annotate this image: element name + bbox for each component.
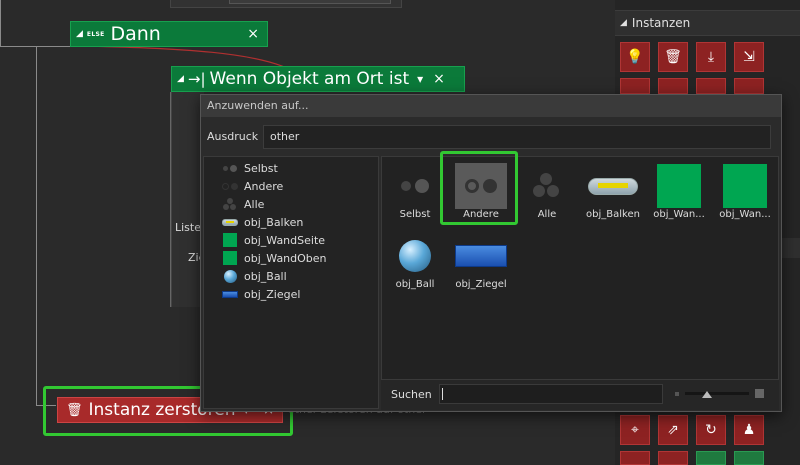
list-item[interactable]: Alle — [222, 195, 264, 213]
instance-icon-row4[interactable] — [620, 451, 650, 465]
instanzen-title: Instanzen — [631, 16, 691, 30]
all-dots-icon — [222, 197, 238, 210]
grid-item[interactable]: Selbst — [382, 159, 448, 231]
search-input[interactable] — [439, 384, 663, 404]
green-square-icon — [653, 163, 705, 209]
grid-item-label: obj_Ziegel — [455, 279, 507, 290]
object-list: Selbst Andere Alle obj_Balken obj_WandSeiteo… — [203, 156, 379, 409]
target-icon[interactable]: ⌖ — [620, 415, 650, 445]
green-square-icon — [222, 251, 238, 265]
liste-label-fragment: Liste — [175, 221, 201, 234]
destroy-at-position-icon[interactable]: ⤓ — [696, 42, 726, 72]
list-item-label: obj_Ziegel — [244, 287, 301, 301]
close-icon[interactable]: × — [247, 26, 259, 42]
instance-icon-row4[interactable] — [696, 451, 726, 465]
grid-item[interactable]: obj_Ball — [382, 229, 448, 301]
list-item[interactable]: obj_WandSeite — [222, 231, 325, 249]
connector-line — [0, 46, 70, 47]
zoom-slider[interactable] — [685, 392, 749, 395]
collapse-triangle-icon[interactable]: ◢ — [620, 18, 627, 28]
panel-section-fragment — [780, 238, 800, 258]
grid-item[interactable]: Alle — [514, 159, 580, 231]
grid-item-label: obj_Balken — [586, 209, 640, 220]
instance-icon-row4[interactable] — [658, 451, 688, 465]
grid-item[interactable]: obj_Balken — [580, 159, 646, 231]
connector-line — [0, 0, 1, 47]
green-square-icon — [719, 163, 771, 209]
ball-icon — [389, 233, 441, 279]
grid-item[interactable]: obj_Wan... — [712, 159, 778, 231]
text-cursor — [442, 388, 443, 400]
expression-label: Ausdruck — [207, 130, 259, 143]
brick-icon — [222, 288, 238, 300]
list-item[interactable]: obj_Ball — [222, 267, 287, 285]
list-item[interactable]: obj_WandOben — [222, 249, 327, 267]
collapse-triangle-icon[interactable]: ◢ — [177, 74, 184, 84]
paddle-icon — [222, 216, 238, 228]
instance-icon-row2[interactable] — [696, 78, 726, 94]
grid-item-label: Selbst — [399, 209, 431, 220]
destroy-instance-icon[interactable]: 🗑 — [658, 42, 688, 72]
instance-icon-row2[interactable] — [734, 78, 764, 94]
grid-item[interactable]: obj_Ziegel — [448, 229, 514, 301]
arrow-to-bar-icon: →| — [187, 70, 206, 88]
list-item[interactable]: Selbst — [222, 159, 278, 177]
wenn-title: Wenn Objekt am Ort ist — [209, 69, 410, 89]
brick-icon — [455, 233, 507, 279]
ball-icon — [222, 269, 238, 283]
change-instance-icon[interactable]: ⇲ — [734, 42, 764, 72]
instance-icon-row4[interactable] — [734, 451, 764, 465]
slider-handle-icon[interactable] — [701, 390, 713, 399]
collapse-triangle-icon[interactable]: ◢ — [76, 29, 83, 39]
list-item[interactable]: Andere — [222, 177, 283, 195]
grid-item-label: obj_Ball — [395, 279, 435, 290]
chevron-down-icon[interactable]: ▾ — [417, 72, 423, 86]
selected-highlight-box — [440, 151, 518, 225]
dialog-title: Anzuwenden auf... — [201, 95, 781, 117]
dann-action-header[interactable]: ◢ ELSE Dann × — [70, 21, 268, 47]
connector-line — [36, 46, 37, 406]
green-square-icon — [222, 233, 238, 247]
list-item[interactable]: obj_Balken — [222, 213, 303, 231]
list-item-label: Alle — [244, 197, 265, 211]
instanzen-section-header[interactable]: ◢ Instanzen — [615, 10, 800, 36]
grid-item-label: Alle — [537, 209, 557, 220]
top-panel-field — [229, 0, 391, 4]
other-dots-icon — [222, 180, 238, 192]
list-item-label: Andere — [244, 179, 284, 193]
grid-item[interactable]: obj_Wan... — [646, 159, 712, 231]
list-item-label: obj_WandSeite — [244, 233, 326, 247]
instance-icon-row2[interactable] — [620, 78, 650, 94]
instance-icon-row2[interactable] — [658, 78, 688, 94]
create-instance-icon[interactable]: 💡 — [620, 42, 650, 72]
else-tag: ELSE — [86, 30, 105, 38]
spawn-icon[interactable]: ♟ — [734, 415, 764, 445]
self-dots-icon — [389, 163, 441, 209]
apply-to-dialog: Anzuwenden auf... Ausdruck other Selbst A… — [200, 94, 782, 412]
grid-item-label: obj_Wan... — [719, 209, 771, 220]
wenn-objekt-action-header[interactable]: ◢ →| Wenn Objekt am Ort ist ▾ × — [171, 66, 465, 92]
list-item-label: Selbst — [244, 161, 278, 175]
list-item[interactable]: obj_Ziegel — [222, 285, 300, 303]
all-dots-icon — [521, 163, 573, 209]
dann-title: Dann — [110, 23, 161, 45]
jump-to-icon[interactable]: ⇗ — [658, 415, 688, 445]
paddle-icon — [587, 163, 639, 209]
zoom-small-icon — [675, 392, 679, 396]
grid-item-label: obj_Wan... — [653, 209, 705, 220]
wrap-icon[interactable]: ↻ — [696, 415, 726, 445]
list-item-label: obj_Balken — [244, 215, 304, 229]
top-panel-fragment — [170, 0, 402, 8]
list-item-label: obj_Ball — [244, 269, 287, 283]
search-bar: Suchen — [381, 379, 779, 410]
self-dots-icon — [222, 162, 238, 174]
close-icon[interactable]: × — [433, 71, 445, 87]
zoom-large-icon — [755, 389, 764, 398]
expression-input[interactable]: other — [263, 125, 771, 149]
search-label: Suchen — [391, 388, 432, 401]
list-item-label: obj_WandOben — [244, 251, 327, 265]
